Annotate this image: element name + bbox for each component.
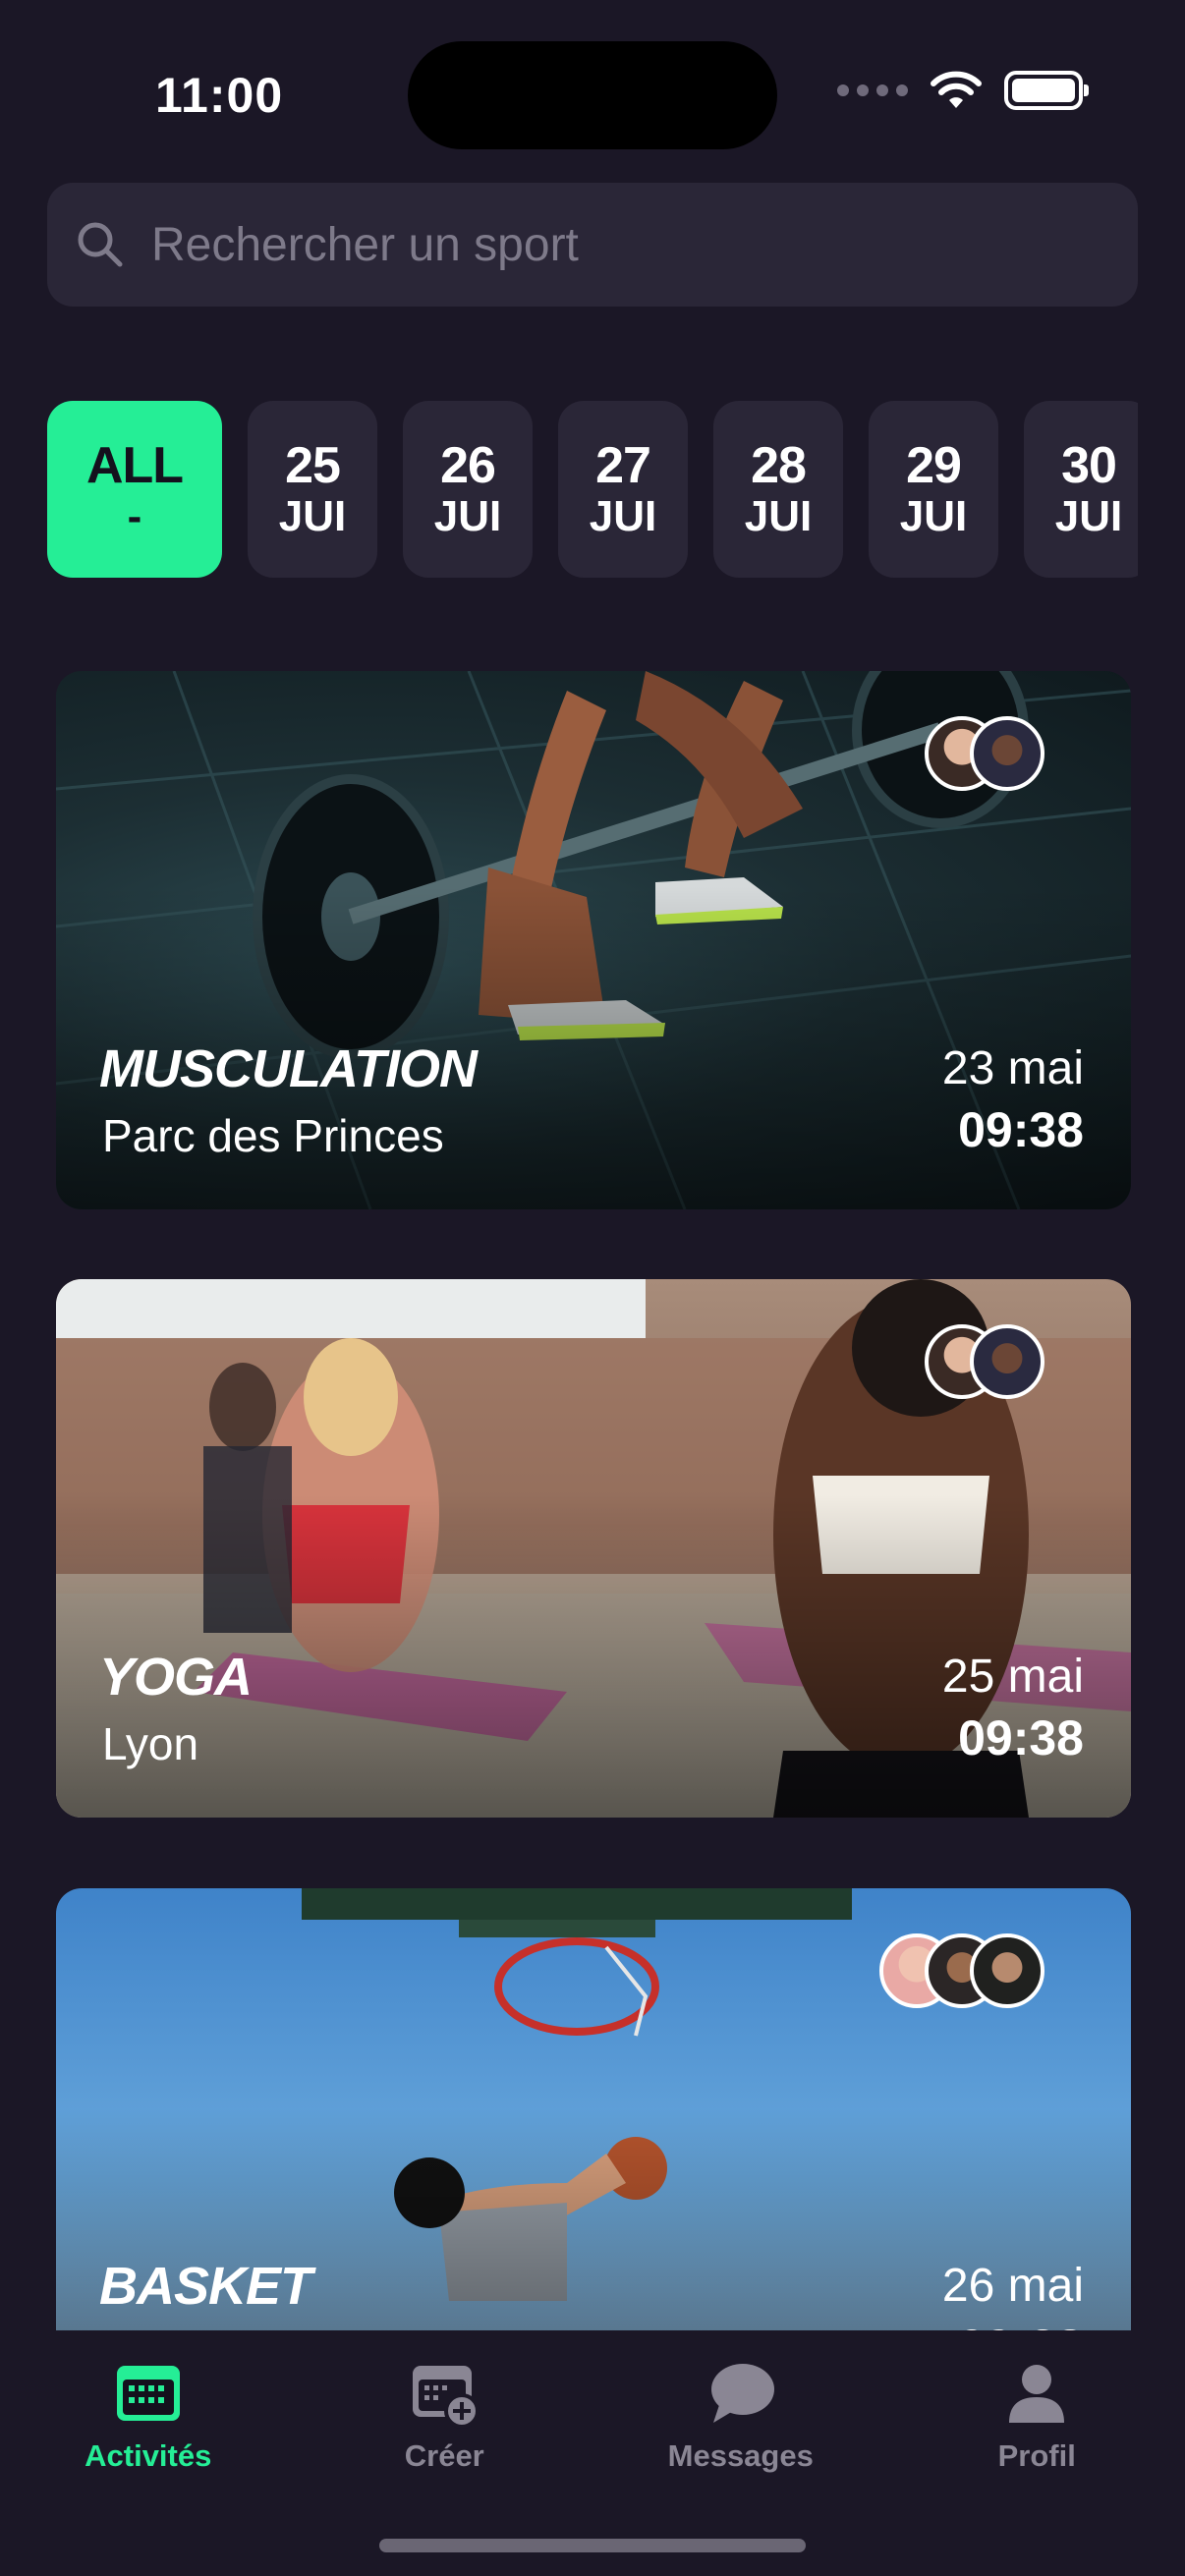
activity-date: 26 mai	[941, 2260, 1084, 2312]
calendar-add-icon	[413, 2366, 480, 2429]
date-chip[interactable]: 25 JUI	[248, 401, 377, 578]
tab-label: Messages	[667, 2438, 814, 2473]
date-chip-day: 28	[751, 437, 807, 494]
date-filter: ALL - 25 JUI 26 JUI 27 JUI 28 JUI 29 JUI…	[47, 401, 1138, 578]
activity-card[interactable]: MUSCULATION Parc des Princes 23 mai 09:3…	[56, 671, 1131, 1209]
status-indicators	[837, 71, 1089, 110]
date-chip-day: 25	[285, 437, 341, 494]
search-input[interactable]	[151, 217, 1095, 272]
search-icon	[78, 222, 123, 267]
participant-avatar	[970, 1933, 1044, 2008]
date-chip-all[interactable]: ALL -	[47, 401, 222, 578]
activity-title: MUSCULATION	[99, 1039, 478, 1098]
date-chip-day: 30	[1061, 437, 1117, 494]
activity-title: BASKET	[99, 2257, 312, 2316]
person-icon	[1009, 2365, 1065, 2423]
activity-title: YOGA	[99, 1648, 253, 1707]
participant-avatar	[970, 716, 1044, 791]
tab-label: Profil	[997, 2438, 1076, 2473]
participants	[925, 716, 1044, 791]
home-indicator	[379, 2539, 806, 2552]
dynamic-island	[408, 41, 777, 149]
date-chip[interactable]: 30 JUI	[1024, 401, 1138, 578]
activity-location: Parc des Princes	[102, 1110, 444, 1161]
date-chip-day: 27	[595, 437, 651, 494]
date-chip-month: JUI	[278, 492, 347, 540]
activity-date: 23 mai	[941, 1042, 1084, 1094]
date-chip[interactable]: 26 JUI	[403, 401, 533, 578]
calendar-icon	[116, 2366, 180, 2421]
date-chip-day: 26	[440, 437, 496, 494]
date-chip-month: JUI	[1054, 492, 1123, 540]
participants	[925, 1324, 1044, 1399]
date-chip-month: JUI	[589, 492, 657, 540]
date-chip[interactable]: 27 JUI	[558, 401, 688, 578]
date-chip-month: JUI	[899, 492, 968, 540]
wifi-icon	[931, 71, 982, 108]
tab-label: Activités	[85, 2438, 212, 2473]
search-bar[interactable]	[47, 183, 1138, 307]
date-chip-day: 29	[906, 437, 962, 494]
date-chip-month: JUI	[744, 492, 813, 540]
activity-date: 25 mai	[941, 1651, 1084, 1703]
date-chip[interactable]: 28 JUI	[713, 401, 843, 578]
date-chip[interactable]: 29 JUI	[869, 401, 998, 578]
activity-card[interactable]: YOGA Lyon 25 mai 09:38	[56, 1279, 1131, 1818]
signal-icon	[837, 84, 908, 96]
participants	[879, 1933, 1044, 2008]
participant-avatar	[970, 1324, 1044, 1399]
activity-time: 09:38	[958, 1102, 1084, 1157]
activity-location: Lyon	[102, 1718, 199, 1769]
battery-icon	[1004, 71, 1089, 110]
tab-activities[interactable]: Activités	[0, 2330, 297, 2576]
tab-profile[interactable]: Profil	[889, 2330, 1185, 2576]
date-chip-month: JUI	[433, 492, 502, 540]
activity-time: 09:38	[958, 1710, 1084, 1765]
chat-bubble-icon	[710, 2364, 774, 2423]
status-time: 11:00	[155, 68, 284, 123]
tab-label: Créer	[404, 2438, 484, 2473]
date-chip-month: -	[127, 492, 142, 540]
date-chip-day: ALL	[85, 437, 184, 494]
